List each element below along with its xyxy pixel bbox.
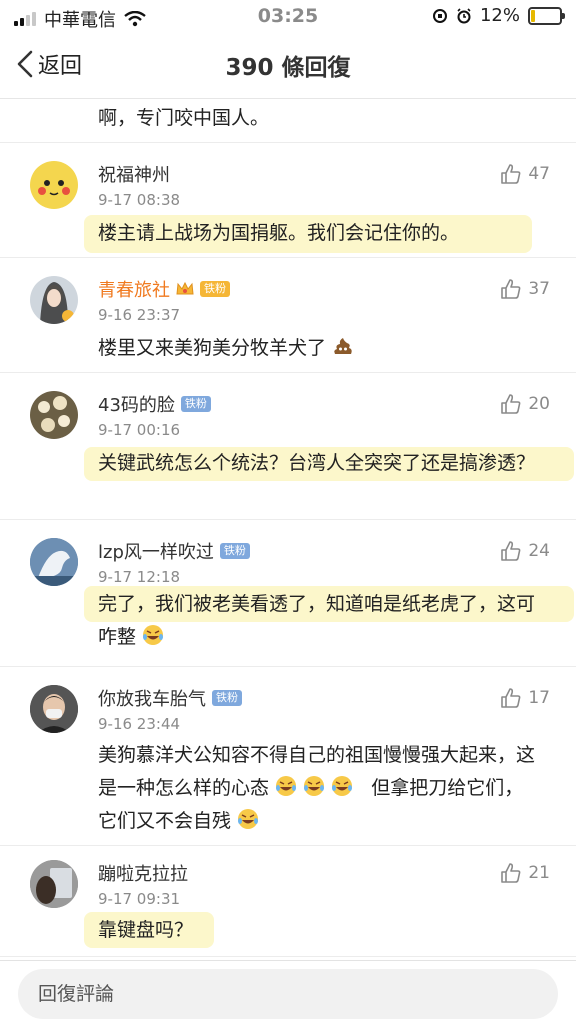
status-right: 12% — [432, 5, 565, 26]
comment-time: 9-16 23:37 — [98, 306, 181, 324]
username-row: lzp风一样吹过 铁粉 — [98, 538, 250, 564]
fan-badge: 铁粉 — [180, 396, 211, 412]
username-row: 青春旅社 铁粉 — [98, 276, 230, 302]
like-button[interactable]: 47 — [500, 163, 550, 185]
status-bar: 中華電信 03:25 12% — [0, 0, 576, 32]
username[interactable]: 你放我车胎气 — [98, 685, 206, 711]
like-count: 20 — [528, 394, 550, 414]
alarm-icon — [457, 7, 471, 23]
comment-time: 9-16 23:44 — [98, 715, 181, 733]
comment-time: 9-17 09:31 — [98, 890, 181, 908]
thumbs-up-icon — [501, 541, 521, 561]
thumbs-up-icon — [501, 279, 521, 299]
poop-emoji — [334, 338, 352, 354]
battery-icon — [528, 6, 565, 25]
comment-time: 9-17 12:18 — [98, 568, 181, 586]
like-count: 24 — [528, 541, 550, 561]
partial-comment: 啊，专门咬中国人。 — [0, 98, 576, 143]
fan-badge: 铁粉 — [219, 543, 250, 559]
comment-text: 关键武统怎么个统法？台湾人全突突了还是搞渗透？ — [98, 452, 536, 474]
like-button[interactable]: 21 — [500, 862, 550, 884]
avatar[interactable] — [30, 391, 78, 439]
username[interactable]: 青春旅社 — [98, 276, 170, 302]
avatar[interactable] — [30, 685, 78, 733]
orientation-lock-icon — [432, 8, 447, 23]
like-button[interactable]: 24 — [500, 540, 550, 562]
comment-item[interactable]: lzp风一样吹过 铁粉 9-17 12:18 24 完了，我们被老美看透了，知道… — [0, 520, 576, 667]
comment-time: 9-17 00:16 — [98, 421, 181, 439]
comment-text: 楼里又来美狗美分牧羊犬了 — [98, 337, 327, 359]
comment-text: 楼主请上战场为国捐躯。我们会记住你的。 — [98, 222, 460, 244]
page-title: 390 條回復 — [225, 55, 351, 81]
thumbs-up-icon — [501, 863, 521, 883]
like-count: 37 — [528, 279, 550, 299]
avatar[interactable] — [30, 860, 78, 908]
username[interactable]: 祝福神州 — [98, 161, 170, 187]
crying-laughing-emoji — [304, 776, 325, 796]
username[interactable]: lzp风一样吹过 — [98, 538, 214, 564]
username-row: 祝福神州 — [98, 161, 170, 187]
comment-item[interactable]: 青春旅社 铁粉 9-16 23:37 37 楼里又来美狗美分牧羊犬了 — [0, 258, 576, 373]
comment-list: 啊，专门咬中国人。 祝福神州 9-17 08:38 47 楼主请上战场为国捐躯。… — [0, 98, 576, 957]
avatar[interactable] — [30, 538, 78, 586]
crying-laughing-emoji — [332, 776, 353, 796]
comment-text: 靠键盘吗？ — [98, 919, 194, 941]
comment-body: 完了，我们被老美看透了，知道咱是纸老虎了，这可咋整 — [98, 588, 536, 654]
thumbs-up-icon — [501, 688, 521, 708]
like-count: 21 — [528, 863, 550, 883]
battery-percent: 12% — [479, 5, 520, 26]
reply-bar: 回復評論 — [0, 960, 576, 1025]
username[interactable]: 43码的脸 — [98, 391, 175, 417]
username-row: 蹦啦克拉拉 — [98, 860, 188, 886]
nav-bar: 返回 390 條回復 — [0, 32, 576, 99]
comment-body: 美狗慕洋犬公知容不得自己的祖国慢慢强大起来，这是一种怎么样的心态 但拿把刀给它们… — [98, 739, 536, 838]
crying-laughing-emoji — [276, 776, 297, 796]
comment-item[interactable]: 你放我车胎气 铁粉 9-16 23:44 17 美狗慕洋犬公知容不得自己的祖国慢… — [0, 667, 576, 846]
comment-body: 楼里又来美狗美分牧羊犬了 — [98, 332, 536, 365]
avatar[interactable] — [30, 276, 78, 324]
comment-time: 9-17 08:38 — [98, 191, 181, 209]
username-row: 你放我车胎气 铁粉 — [98, 685, 242, 711]
fan-badge: 铁粉 — [212, 690, 242, 706]
avatar[interactable] — [30, 161, 78, 209]
username-row: 43码的脸 铁粉 — [98, 391, 211, 417]
crying-laughing-emoji — [143, 625, 164, 645]
like-count: 17 — [528, 688, 550, 708]
username[interactable]: 蹦啦克拉拉 — [98, 860, 188, 886]
thumbs-up-icon — [501, 164, 521, 184]
like-button[interactable]: 17 — [500, 687, 550, 709]
like-count: 47 — [528, 164, 550, 184]
crying-laughing-emoji — [238, 809, 259, 829]
comment-item[interactable]: 蹦啦克拉拉 9-17 09:31 21 靠键盘吗？ — [0, 846, 576, 957]
like-button[interactable]: 37 — [500, 278, 550, 300]
thumbs-up-icon — [501, 394, 521, 414]
comment-text: 啊，专门咬中国人。 — [98, 107, 270, 129]
like-button[interactable]: 20 — [500, 393, 550, 415]
fan-badge: 铁粉 — [200, 281, 230, 297]
reply-input[interactable]: 回復評論 — [18, 969, 558, 1019]
crown-icon — [176, 281, 194, 295]
comment-item[interactable]: 43码的脸 铁粉 9-17 00:16 20 关键武统怎么个统法？台湾人全突突了… — [0, 373, 576, 520]
comment-item[interactable]: 祝福神州 9-17 08:38 47 楼主请上战场为国捐躯。我们会记住你的。 — [0, 143, 576, 258]
